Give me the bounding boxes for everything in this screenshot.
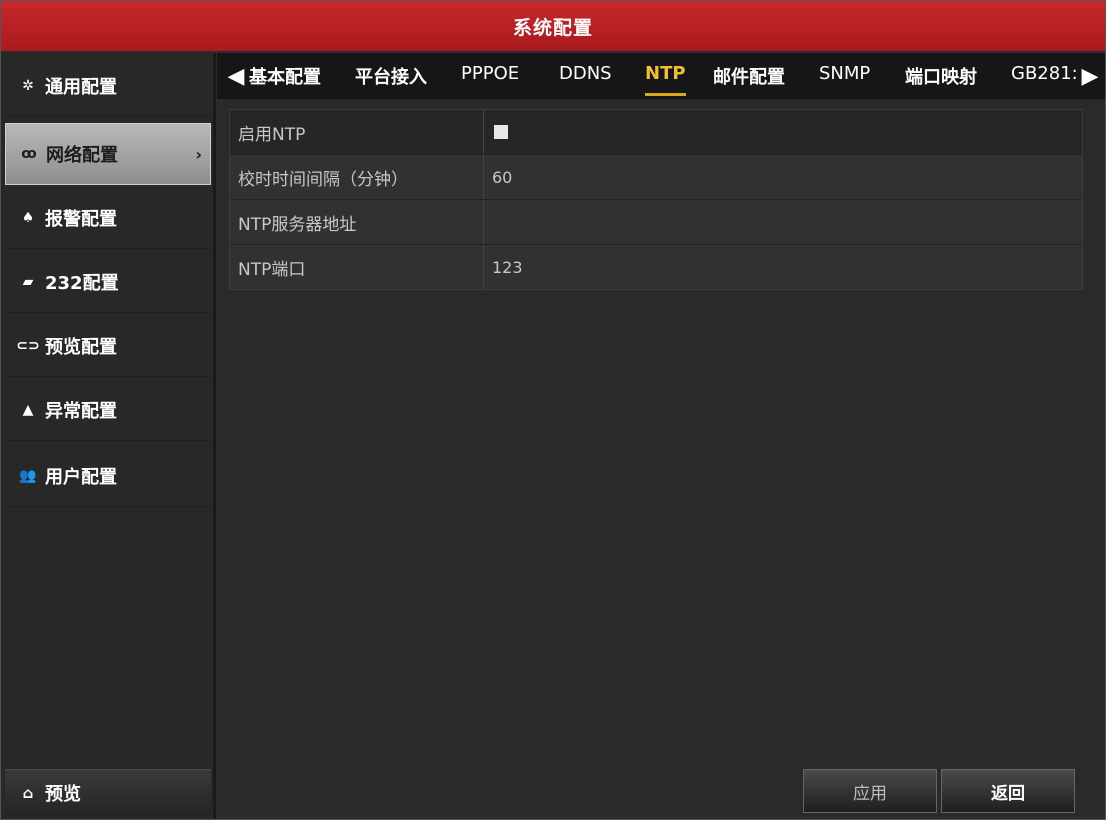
gear-icon: ✲ [22, 77, 34, 94]
ntp-server-label: NTP服务器地址 [230, 200, 484, 244]
sidebar-item-label: 报警配置 [45, 208, 117, 230]
system-config-window: 系统配置 ✲ 通用配置 ꝏ 网络配置 › ♠ 报警配置 ▰ 232配置 ⊂⊃ 预… [0, 0, 1106, 820]
sidebar-item-label: 预览配置 [45, 336, 117, 358]
enable-ntp-checkbox[interactable] [494, 125, 508, 139]
ntp-server-input[interactable] [484, 200, 1082, 244]
eye-icon: ⊂⊃ [16, 337, 40, 354]
back-button[interactable]: 返回 [941, 769, 1075, 813]
sidebar-item-user[interactable]: 👥 用户配置 [5, 445, 211, 507]
form-row-ntp-server: NTP服务器地址 [230, 200, 1082, 245]
sync-interval-input[interactable]: 60 [484, 155, 1082, 199]
sidebar-item-general[interactable]: ✲ 通用配置 [5, 55, 211, 117]
sidebar: ✲ 通用配置 ꝏ 网络配置 › ♠ 报警配置 ▰ 232配置 ⊂⊃ 预览配置 ▲… [1, 53, 216, 819]
tab-bar: ◀ 基本配置 平台接入 PPPOE DDNS NTP 邮件配置 SNMP 端口映… [217, 53, 1105, 99]
network-icon: ꝏ [21, 146, 37, 162]
sidebar-item-label: 通用配置 [45, 76, 117, 98]
tab-gb28181[interactable]: GB281: [1011, 63, 1078, 95]
sidebar-item-network[interactable]: ꝏ 网络配置 › [5, 123, 211, 185]
sidebar-item-label: 异常配置 [45, 400, 117, 422]
tab-snmp[interactable]: SNMP [819, 63, 870, 95]
ntp-form: 启用NTP 校时时间间隔（分钟） 60 NTP服务器地址 NTP端口 123 [229, 109, 1083, 290]
home-icon: ⌂ [22, 784, 34, 802]
tab-basic[interactable]: 基本配置 [249, 63, 321, 95]
sidebar-item-preview-config[interactable]: ⊂⊃ 预览配置 [5, 315, 211, 377]
tab-ntp[interactable]: NTP [645, 63, 686, 96]
ntp-settings-panel: 启用NTP 校时时间间隔（分钟） 60 NTP服务器地址 NTP端口 123 应… [217, 99, 1105, 819]
sidebar-item-label: 网络配置 [46, 145, 118, 166]
title-bar: 系统配置 [1, 1, 1105, 51]
serial-port-icon: ▰ [22, 273, 34, 290]
chevron-right-icon: › [195, 144, 202, 164]
preview-button[interactable]: ⌂ 预览 [5, 769, 211, 816]
tab-scroll-right-icon[interactable]: ▶ [1081, 53, 1099, 99]
tab-scroll-left-icon[interactable]: ◀ [227, 53, 245, 99]
apply-button[interactable]: 应用 [803, 769, 937, 813]
sidebar-item-alarm[interactable]: ♠ 报警配置 [5, 187, 211, 249]
tab-ddns[interactable]: DDNS [559, 63, 612, 95]
sidebar-item-232[interactable]: ▰ 232配置 [5, 251, 211, 313]
ntp-port-label: NTP端口 [230, 245, 484, 289]
tab-pppoe[interactable]: PPPOE [461, 63, 519, 95]
sidebar-item-label: 用户配置 [45, 466, 117, 488]
ntp-port-input[interactable]: 123 [484, 245, 1082, 289]
tab-platform[interactable]: 平台接入 [355, 63, 427, 95]
sidebar-item-exception[interactable]: ▲ 异常配置 [5, 379, 211, 441]
enable-ntp-cell [484, 110, 1082, 154]
form-row-sync-interval: 校时时间间隔（分钟） 60 [230, 155, 1082, 200]
sync-interval-label: 校时时间间隔（分钟） [230, 155, 484, 199]
form-row-ntp-port: NTP端口 123 [230, 245, 1082, 289]
warning-icon: ▲ [22, 401, 34, 418]
enable-ntp-label: 启用NTP [230, 110, 484, 154]
form-row-enable-ntp: 启用NTP [230, 110, 1082, 155]
preview-label: 预览 [45, 784, 81, 805]
users-icon: 👥 [19, 467, 37, 484]
sidebar-item-label: 232配置 [45, 272, 119, 294]
tab-email[interactable]: 邮件配置 [713, 63, 785, 95]
tab-port-mapping[interactable]: 端口映射 [905, 63, 977, 95]
alarm-bell-icon: ♠ [21, 209, 35, 226]
window-title: 系统配置 [512, 16, 593, 39]
